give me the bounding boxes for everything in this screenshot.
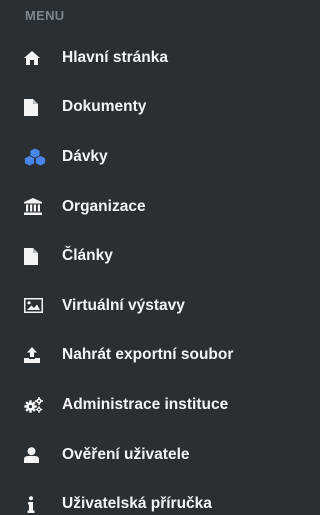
sidebar-item-uzivatelska-prirucka[interactable]: Uživatelská příručka (0, 479, 317, 515)
sidebar-item-organizace[interactable]: Organizace (0, 182, 317, 232)
sidebar-item-nahrat-exportni-soubor[interactable]: Nahrát exportní soubor (0, 331, 317, 381)
sidebar-item-label: Uživatelská příručka (62, 495, 212, 513)
sidebar-item-virtualni-vystavy[interactable]: Virtuální výstavy (0, 281, 317, 331)
cubes-icon (24, 147, 48, 166)
upload-icon (24, 346, 48, 364)
sidebar-item-label: Nahrát exportní soubor (62, 346, 234, 364)
sidebar-item-davky[interactable]: Dávky (0, 132, 317, 182)
sidebar-item-label: Hlavní stránka (62, 48, 168, 66)
document-icon (24, 247, 48, 265)
sidebar-menu: MENU Hlavní stránka Dokumenty Dávky Orga… (0, 0, 317, 515)
sidebar-item-hlavni-stranka[interactable]: Hlavní stránka (0, 33, 317, 83)
sidebar-item-label: Dávky (62, 147, 108, 165)
institution-icon (24, 198, 48, 216)
sidebar-item-label: Články (62, 247, 113, 265)
image-icon (24, 297, 48, 315)
sidebar-item-clanky[interactable]: Články (0, 231, 317, 281)
user-icon (24, 446, 48, 464)
sidebar-item-label: Ověření uživatele (62, 445, 190, 463)
menu-list: Hlavní stránka Dokumenty Dávky Organizac… (0, 33, 317, 515)
sidebar-item-dokumenty[interactable]: Dokumenty (0, 83, 317, 133)
sidebar-item-administrace-instituce[interactable]: Administrace instituce (0, 380, 317, 430)
home-icon (24, 49, 48, 67)
menu-header: MENU (25, 8, 65, 23)
sidebar-item-label: Virtuální výstavy (62, 296, 185, 314)
sidebar-item-label: Organizace (62, 197, 146, 215)
sidebar-item-label: Administrace instituce (62, 395, 229, 413)
sidebar-item-overeni-uzivatele[interactable]: Ověření uživatele (0, 430, 317, 480)
document-icon (24, 98, 48, 116)
sidebar-item-label: Dokumenty (62, 98, 147, 116)
cogs-icon (24, 396, 48, 414)
info-icon (24, 495, 48, 513)
